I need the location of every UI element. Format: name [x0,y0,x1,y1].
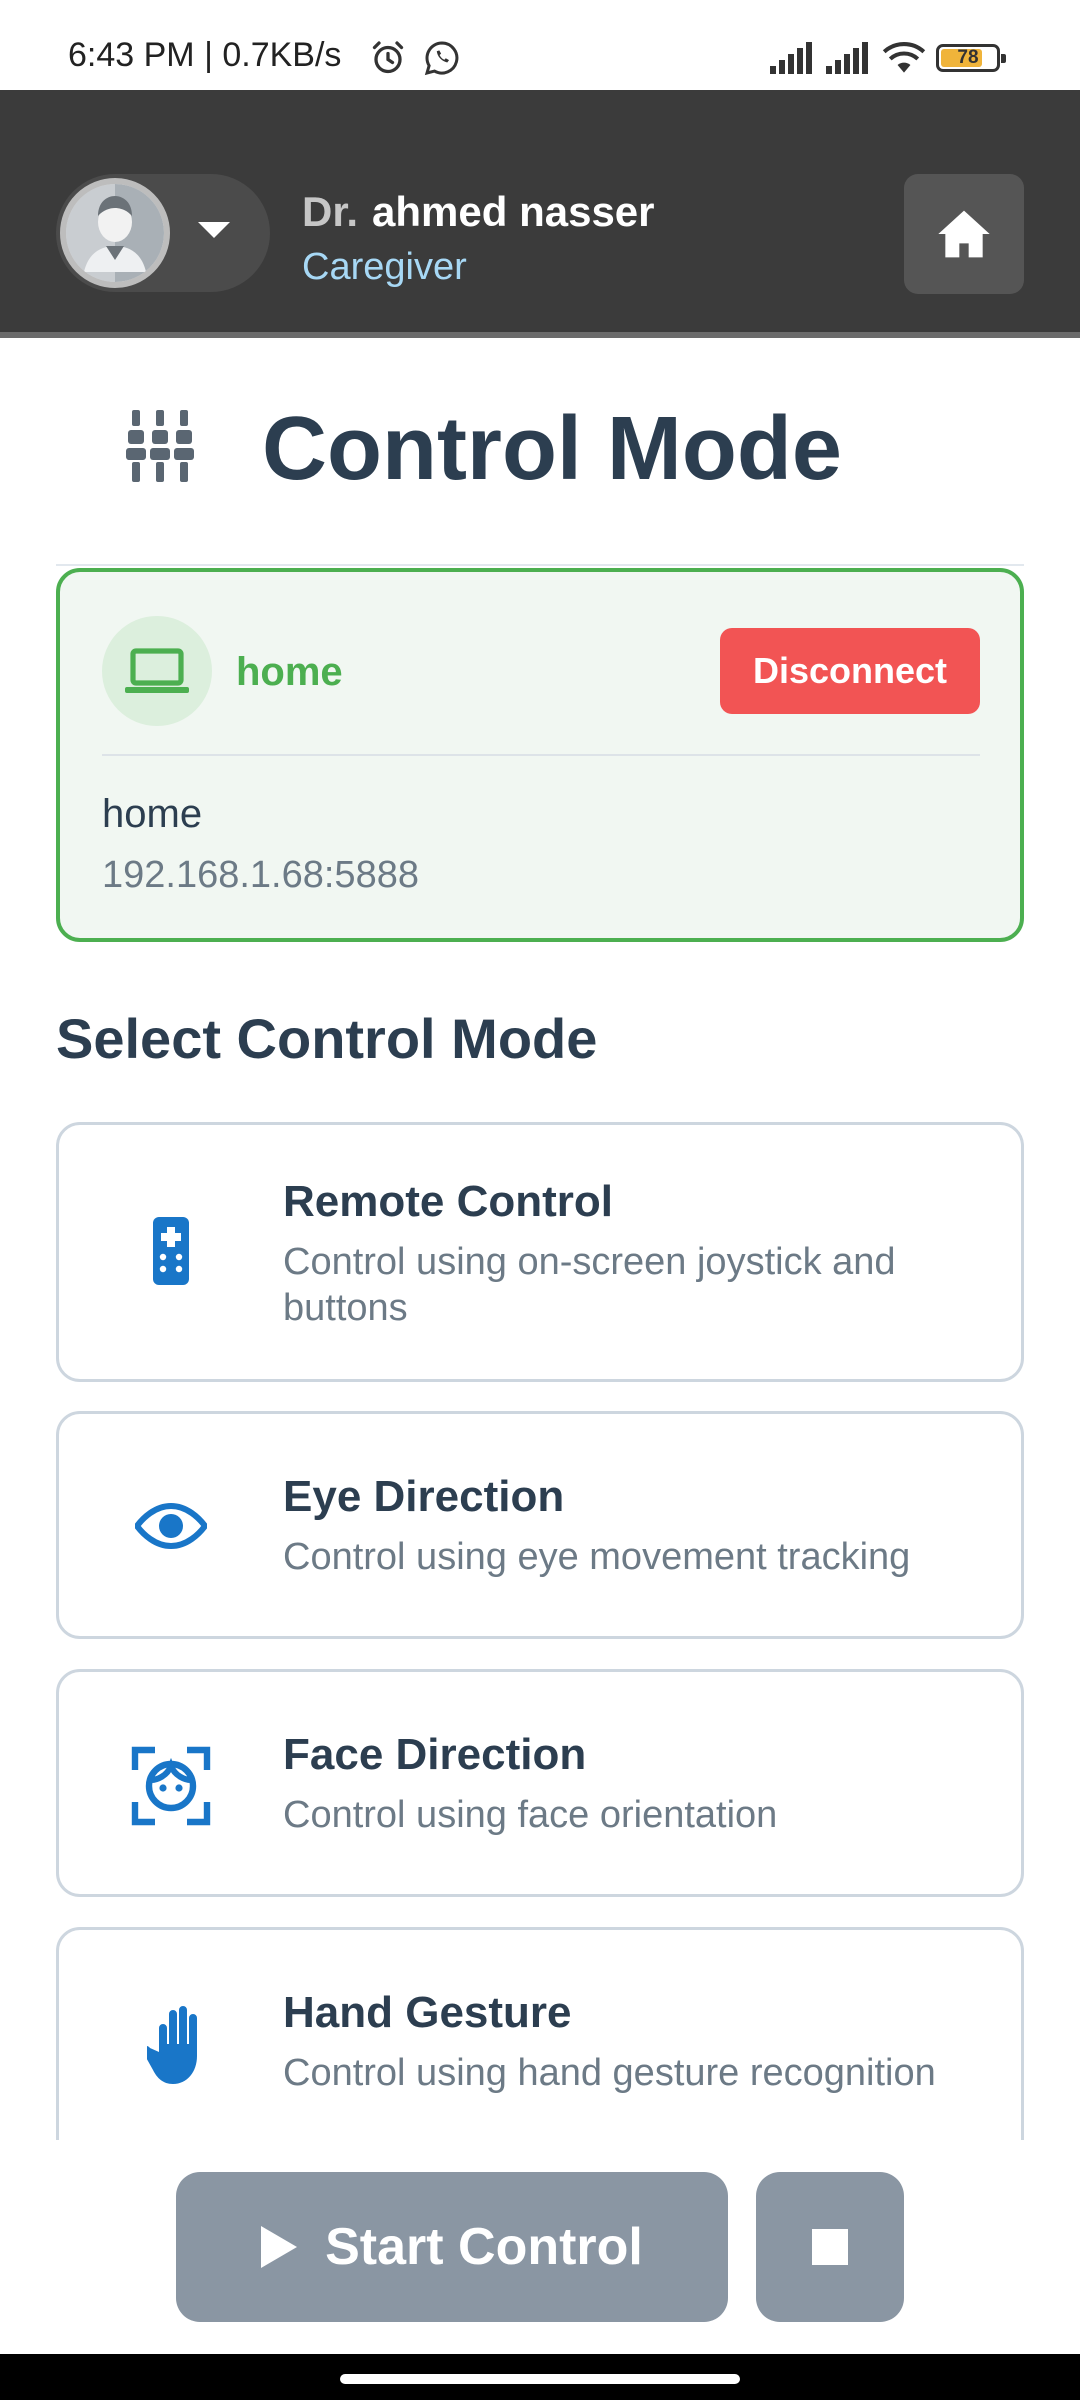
home-gesture-handle[interactable] [340,2374,740,2384]
section-title: Select Control Mode [56,1007,598,1070]
signal-icon [770,42,812,74]
home-icon [938,210,990,258]
connection-divider [102,754,980,756]
mode-description: Control using on-screen joystick and but… [283,1241,896,1329]
connection-host: home [102,792,203,836]
sliders-icon [126,410,194,482]
signal-icon [826,42,868,74]
mode-name: Face Direction [283,1730,587,1779]
mode-card-face-direction[interactable]: Face Direction Control using face orient… [56,1669,1024,1897]
alarm-icon [372,41,404,74]
status-time: 6:43 PM | 0.7KB/s [68,36,342,74]
start-control-button[interactable]: Start Control [176,2172,728,2322]
connection-card: home Disconnect home 192.168.1.68:5888 [56,568,1024,942]
screen: 6:43 PM | 0.7KB/s 78 Dr. ahmed nasser Ca… [0,0,1080,2400]
battery-icon: 78 [936,44,1006,72]
eye-icon [135,1502,207,1550]
mode-name: Hand Gesture [283,1988,572,2037]
mode-card-eye-direction[interactable]: Eye Direction Control using eye movement… [56,1411,1024,1639]
app-header: Dr. ahmed nasser Caregiver [0,90,1080,338]
user-name-line: Dr. ahmed nasser [302,188,655,236]
laptop-icon [125,648,189,693]
title-divider [56,564,1024,566]
page-title: Control Mode [262,399,842,499]
page-title-row: Control Mode [0,378,1080,518]
wifi-icon [882,42,926,73]
stop-button[interactable] [756,2172,904,2322]
user-name: ahmed nasser [372,188,655,235]
mode-description: Control using eye movement tracking [283,1536,911,1578]
disconnect-button[interactable]: Disconnect [720,628,980,714]
play-icon [261,2226,298,2268]
mode-card-hand-gesture[interactable]: Hand Gesture Control using hand gesture … [56,1927,1024,2140]
mode-name: Eye Direction [283,1472,565,1521]
mode-description: Control using hand gesture recognition [283,2052,936,2094]
mode-name: Remote Control [283,1177,613,1226]
remote-icon [153,1217,189,1285]
status-right: 78 [770,40,1006,76]
avatar [60,178,170,288]
hand-icon [147,2006,197,2084]
system-nav-bar [0,2354,1080,2400]
home-button[interactable] [904,174,1024,294]
connected-device-label: home [236,650,343,694]
mode-card-remote-control[interactable]: Remote Control Control using on-screen j… [56,1122,1024,1382]
start-control-label: Start Control [325,2218,643,2276]
battery-level: 78 [957,47,979,68]
mode-description: Control using face orientation [283,1794,778,1836]
chevron-down-icon [198,222,230,238]
status-bar: 6:43 PM | 0.7KB/s 78 [0,0,1080,90]
connection-address: 192.168.1.68:5888 [102,854,419,896]
face-scan-icon [131,1746,211,1826]
connection-icon-badge [102,616,212,726]
user-title: Dr. [302,188,359,235]
stop-icon [812,2229,848,2265]
whatsapp-icon [424,41,459,76]
profile-menu-button[interactable] [56,174,270,292]
user-role: Caregiver [302,246,467,288]
mode-list: Remote Control Control using on-screen j… [56,1122,1024,2140]
